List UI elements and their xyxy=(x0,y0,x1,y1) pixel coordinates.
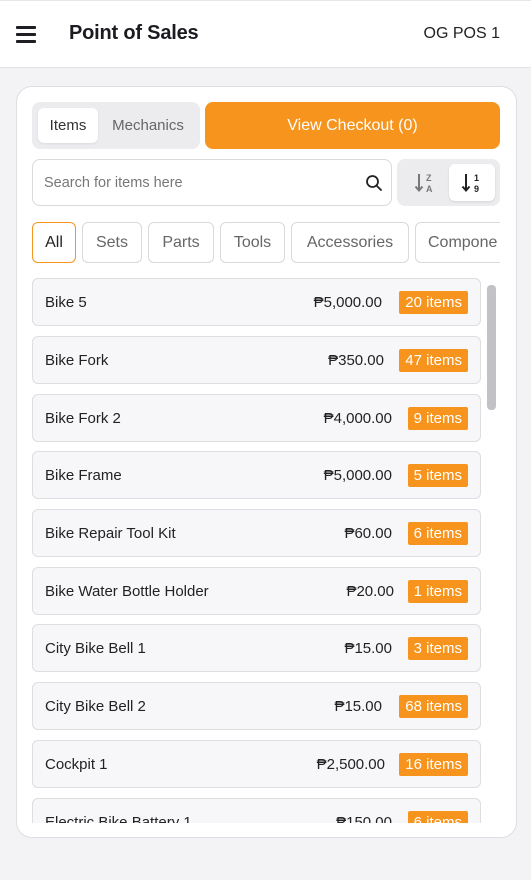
category-chip[interactable]: Tools xyxy=(220,222,285,263)
search-icon[interactable] xyxy=(365,174,383,192)
stock-badge: 16 items xyxy=(399,753,468,776)
item-price: ₱2,500.00 xyxy=(316,756,385,773)
pos-panel: Items Mechanics View Checkout (0) Search… xyxy=(16,86,517,838)
item-name: Bike Frame xyxy=(45,467,122,484)
item-name: Bike Fork xyxy=(45,352,109,369)
app-header: Point of Sales OG POS 1 xyxy=(0,0,531,68)
svg-text:A: A xyxy=(426,184,433,194)
item-name: Bike Water Bottle Holder xyxy=(45,583,209,600)
tab-items[interactable]: Items xyxy=(38,108,98,143)
list-item[interactable]: Bike 5 ₱5,000.00 20 items xyxy=(32,278,481,326)
stock-badge: 68 items xyxy=(399,695,468,718)
svg-text:1: 1 xyxy=(474,173,479,183)
category-chip[interactable]: Parts xyxy=(148,222,214,263)
category-chip[interactable]: Sets xyxy=(82,222,142,263)
list-item[interactable]: City Bike Bell 1 ₱15.00 3 items xyxy=(32,624,481,672)
stock-badge: 6 items xyxy=(407,811,468,823)
item-list: Bike 5 ₱5,000.00 20 items Bike Fork ₱350… xyxy=(32,278,482,823)
list-item[interactable]: Bike Frame ₱5,000.00 5 items xyxy=(32,451,481,499)
category-chip[interactable]: Compone xyxy=(415,222,500,263)
stock-badge: 9 items xyxy=(407,407,468,430)
list-item[interactable]: Electric Bike Battery 1 ₱150.00 6 items xyxy=(32,798,481,823)
item-price: ₱15.00 xyxy=(344,640,392,657)
category-chip[interactable]: All xyxy=(32,222,76,263)
sort-alpha-desc-button[interactable]: Z A xyxy=(402,164,448,201)
list-item[interactable]: Bike Water Bottle Holder ₱20.00 1 items xyxy=(32,567,481,615)
sort-numeric-asc-icon: 1 9 xyxy=(461,173,479,194)
list-item[interactable]: Bike Repair Tool Kit ₱60.00 6 items xyxy=(32,509,481,557)
item-name: City Bike Bell 2 xyxy=(45,698,146,715)
item-price: ₱5,000.00 xyxy=(313,294,382,311)
item-price: ₱150.00 xyxy=(336,814,392,823)
item-name: Bike Repair Tool Kit xyxy=(45,525,176,542)
menu-icon[interactable] xyxy=(16,26,36,44)
category-chip[interactable]: Accessories xyxy=(291,222,409,263)
item-price: ₱5,000.00 xyxy=(323,467,392,484)
item-name: Bike 5 xyxy=(45,294,87,311)
sort-alpha-desc-icon: Z A xyxy=(414,173,433,194)
stock-badge: 1 items xyxy=(407,580,468,603)
mode-toggle: Items Mechanics xyxy=(32,102,200,149)
list-item[interactable]: Bike Fork ₱350.00 47 items xyxy=(32,336,481,384)
list-item[interactable]: Cockpit 1 ₱2,500.00 16 items xyxy=(32,740,481,788)
sort-numeric-asc-button[interactable]: 1 9 xyxy=(449,164,495,201)
svg-text:Z: Z xyxy=(426,173,432,183)
item-price: ₱20.00 xyxy=(346,583,394,600)
item-price: ₱15.00 xyxy=(334,698,382,715)
page-title: Point of Sales xyxy=(69,22,199,44)
item-price: ₱4,000.00 xyxy=(323,410,392,427)
list-item[interactable]: City Bike Bell 2 ₱15.00 68 items xyxy=(32,682,481,730)
search-placeholder: Search for items here xyxy=(44,175,183,191)
category-filter: All Sets Parts Tools Accessories Compone xyxy=(32,222,500,264)
item-name: Cockpit 1 xyxy=(45,756,108,773)
list-scrollbar[interactable] xyxy=(487,285,496,410)
item-name: Bike Fork 2 xyxy=(45,410,121,427)
stock-badge: 47 items xyxy=(399,349,468,372)
list-item[interactable]: Bike Fork 2 ₱4,000.00 9 items xyxy=(32,394,481,442)
tab-mechanics[interactable]: Mechanics xyxy=(102,108,194,143)
item-name: City Bike Bell 1 xyxy=(45,640,146,657)
stock-badge: 3 items xyxy=(407,637,468,660)
stock-badge: 20 items xyxy=(399,291,468,314)
search-input[interactable]: Search for items here xyxy=(32,159,392,206)
item-price: ₱350.00 xyxy=(328,352,384,369)
view-checkout-button[interactable]: View Checkout (0) xyxy=(205,102,500,149)
sort-toggle: Z A 1 9 xyxy=(397,159,500,206)
stock-badge: 5 items xyxy=(407,464,468,487)
station-name[interactable]: OG POS 1 xyxy=(424,25,500,43)
item-name: Electric Bike Battery 1 xyxy=(45,814,192,823)
item-price: ₱60.00 xyxy=(344,525,392,542)
svg-text:9: 9 xyxy=(474,184,479,194)
stock-badge: 6 items xyxy=(407,522,468,545)
